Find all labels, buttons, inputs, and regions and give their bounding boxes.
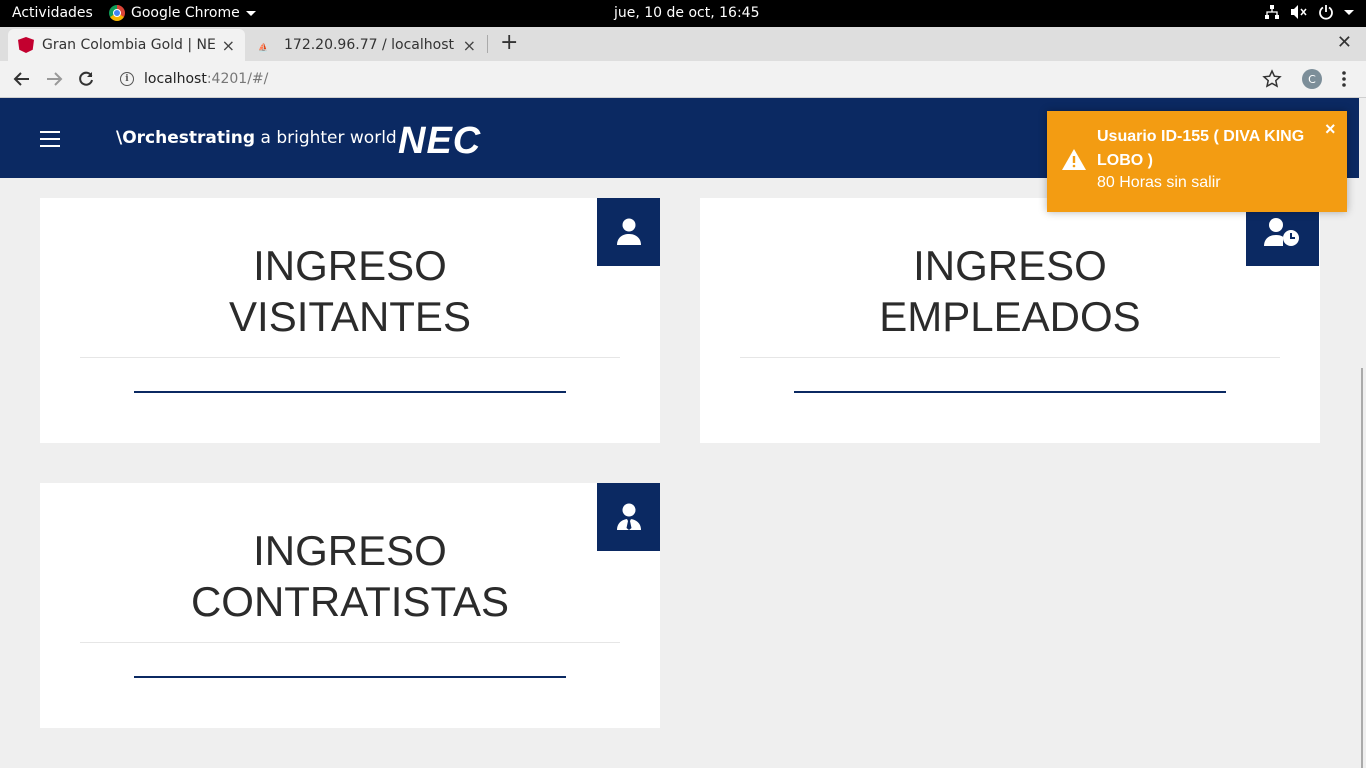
hamburger-menu-icon[interactable] [40, 131, 60, 152]
close-icon[interactable]: × [1325, 119, 1336, 140]
tab-title: 172.20.96.77 / localhost / c [284, 37, 457, 53]
nec-logo: NEC [398, 120, 482, 162]
chevron-down-icon [245, 10, 256, 16]
user-clock-icon [1263, 218, 1299, 246]
phpmyadmin-icon: ⛵ [258, 43, 268, 52]
network-icon [1265, 5, 1279, 19]
power-icon [1319, 5, 1333, 20]
divider [80, 357, 620, 358]
url-host: localhost [144, 71, 207, 87]
back-icon[interactable] [12, 69, 32, 89]
card-ingreso-contratistas[interactable]: INGRESO CONTRATISTAS [40, 483, 660, 728]
address-bar[interactable]: i localhost:4201/#/ [112, 64, 1292, 94]
card-underline [134, 391, 566, 393]
card-ingreso-empleados[interactable]: INGRESO EMPLEADOS [700, 198, 1320, 443]
window-close-button[interactable]: ✕ [1337, 32, 1352, 53]
tab-gran-colombia[interactable]: Gran Colombia Gold | NEC × [8, 29, 245, 61]
activities-button[interactable]: Actividades [12, 5, 93, 21]
tab-title: Gran Colombia Gold | NEC [42, 37, 216, 53]
divider [80, 642, 620, 643]
url-path: :4201/#/ [206, 71, 269, 87]
close-tab-icon[interactable]: × [222, 36, 235, 55]
gnome-top-bar: Actividades Google Chrome jue, 10 de oct… [0, 0, 1366, 27]
card-underline [134, 676, 566, 678]
card-icon-badge [597, 483, 660, 551]
user-icon [616, 218, 641, 245]
tab-phpmyadmin[interactable]: ⛵ 172.20.96.77 / localhost / c × [248, 29, 486, 61]
tab-separator [487, 35, 488, 53]
chrome-icon [109, 5, 125, 21]
user-tie-icon [616, 503, 641, 530]
new-tab-button[interactable]: + [500, 31, 518, 55]
tagline: \Orchestrating a brighter world [116, 128, 397, 148]
toast-title: Usuario ID-155 ( DIVA KING LOBO ) [1097, 128, 1305, 169]
card-underline [794, 391, 1226, 393]
tab-strip: Gran Colombia Gold | NEC × ⛵ 172.20.96.7… [0, 27, 1366, 61]
info-icon[interactable]: i [120, 72, 134, 86]
warning-toast[interactable]: Usuario ID-155 ( DIVA KING LOBO ) 80 Hor… [1047, 111, 1347, 212]
card-title: INGRESO CONTRATISTAS [190, 527, 510, 625]
card-title: INGRESO VISITANTES [229, 242, 471, 340]
browser-toolbar: i localhost:4201/#/ C [0, 61, 1366, 98]
divider [740, 357, 1280, 358]
app-menu-label: Google Chrome [131, 5, 240, 21]
card-ingreso-visitantes[interactable]: INGRESO VISITANTES [40, 198, 660, 443]
more-options-icon[interactable] [1341, 70, 1347, 88]
system-menu[interactable] [1264, 4, 1354, 20]
card-icon-badge [597, 198, 660, 266]
close-tab-icon[interactable]: × [463, 36, 476, 55]
angular-icon [18, 37, 34, 53]
scrollbar-thumb[interactable] [1361, 368, 1363, 768]
bookmark-star-icon[interactable] [1262, 69, 1282, 89]
app-menu[interactable]: Google Chrome [109, 5, 256, 21]
clock[interactable]: jue, 10 de oct, 16:45 [614, 5, 760, 21]
profile-avatar[interactable]: C [1302, 69, 1322, 89]
forward-icon[interactable] [44, 69, 64, 89]
volume-muted-icon [1291, 5, 1307, 19]
toast-message: 80 Horas sin salir [1097, 174, 1221, 191]
warning-icon [1062, 149, 1086, 170]
card-title: INGRESO EMPLEADOS [879, 242, 1141, 340]
reload-icon[interactable] [76, 69, 96, 89]
chevron-down-icon [1344, 9, 1354, 15]
